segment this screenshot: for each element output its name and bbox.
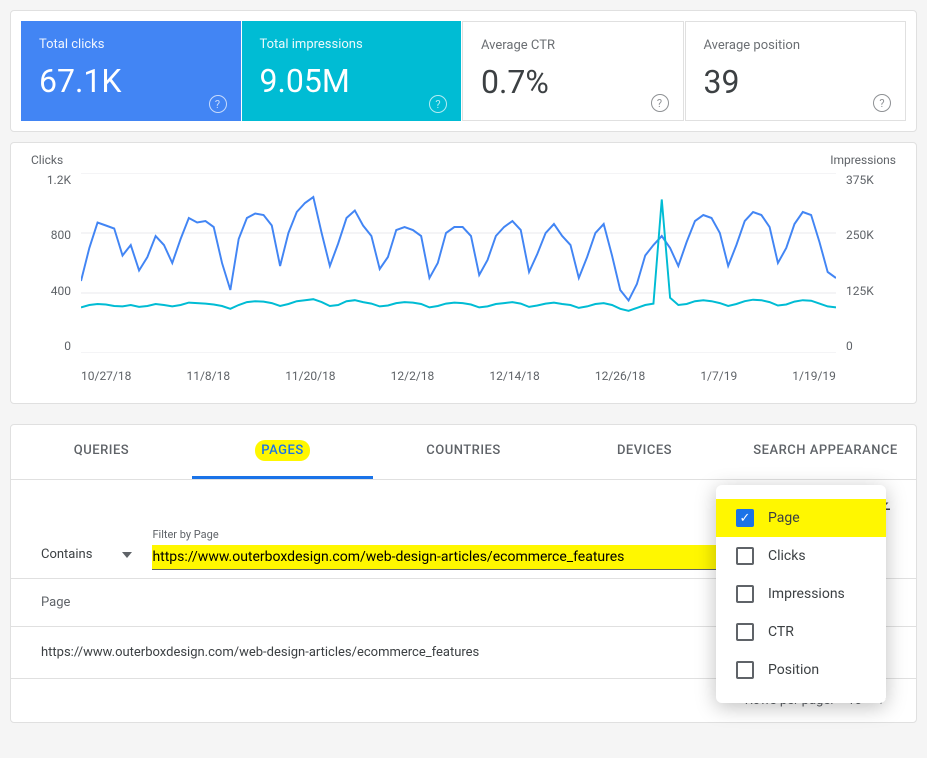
right-axis-title: Impressions <box>830 153 896 167</box>
help-icon[interactable]: ? <box>873 94 891 112</box>
help-icon[interactable]: ? <box>429 95 447 113</box>
tab-search-appearance[interactable]: SEARCH APPEARANCE <box>735 425 916 479</box>
help-icon[interactable]: ? <box>209 95 227 113</box>
chart-panel: Clicks Impressions 1.2K8004000 375K250K1… <box>10 142 917 404</box>
left-axis-title: Clicks <box>31 153 63 167</box>
checkbox[interactable] <box>736 623 754 641</box>
impressions-series <box>81 199 836 310</box>
help-icon[interactable]: ? <box>651 94 669 112</box>
x-axis-ticks: 10/27/1811/8/1811/20/1812/2/1812/14/1812… <box>81 369 836 383</box>
card-value: 9.05M <box>260 62 444 100</box>
card-label: Total clicks <box>39 37 223 52</box>
tabs: QUERIESPAGESCOUNTRIESDEVICESSEARCH APPEA… <box>11 425 916 480</box>
card-label: Total impressions <box>260 37 444 52</box>
checkbox[interactable] <box>736 547 754 565</box>
filter-option-ctr[interactable]: CTR <box>716 613 886 651</box>
metric-card-total-clicks[interactable]: Total clicks 67.1K? <box>21 21 241 121</box>
card-value: 67.1K <box>39 62 223 100</box>
filter-option-impressions[interactable]: Impressions <box>716 575 886 613</box>
checkbox[interactable]: ✓ <box>736 509 754 527</box>
filter-option-position[interactable]: Position <box>716 651 886 689</box>
filter-mode-label: Contains <box>41 547 92 562</box>
card-value: 39 <box>704 63 888 101</box>
checkbox[interactable] <box>736 661 754 679</box>
metric-card-average-position[interactable]: Average position 39? <box>685 21 907 121</box>
tab-devices[interactable]: DEVICES <box>554 425 735 479</box>
filter-option-clicks[interactable]: Clicks <box>716 537 886 575</box>
table-panel: QUERIESPAGESCOUNTRIESDEVICESSEARCH APPEA… <box>10 424 917 723</box>
metric-card-total-impressions[interactable]: Total impressions 9.05M? <box>242 21 462 121</box>
metric-card-average-ctr[interactable]: Average CTR 0.7%? <box>462 21 684 121</box>
card-label: Average CTR <box>481 38 665 53</box>
tab-countries[interactable]: COUNTRIES <box>373 425 554 479</box>
metric-cards: Total clicks 67.1K? Total impressions 9.05M… <box>10 10 917 132</box>
tab-pages[interactable]: PAGES <box>192 425 373 479</box>
filter-option-page[interactable]: ✓Page <box>716 499 886 537</box>
left-axis-ticks: 1.2K8004000 <box>31 173 71 353</box>
clicks-series <box>81 197 836 301</box>
column-filter-popup: ✓PageClicksImpressionsCTRPosition <box>716 485 886 703</box>
line-chart <box>81 173 836 353</box>
card-label: Average position <box>704 38 888 53</box>
col-page[interactable]: Page <box>41 595 70 610</box>
chevron-down-icon <box>122 552 132 558</box>
filter-mode-dropdown[interactable]: Contains <box>41 547 132 570</box>
right-axis-ticks: 375K250K125K0 <box>846 173 896 353</box>
checkbox[interactable] <box>736 585 754 603</box>
card-value: 0.7% <box>481 63 665 101</box>
tab-queries[interactable]: QUERIES <box>11 425 192 479</box>
